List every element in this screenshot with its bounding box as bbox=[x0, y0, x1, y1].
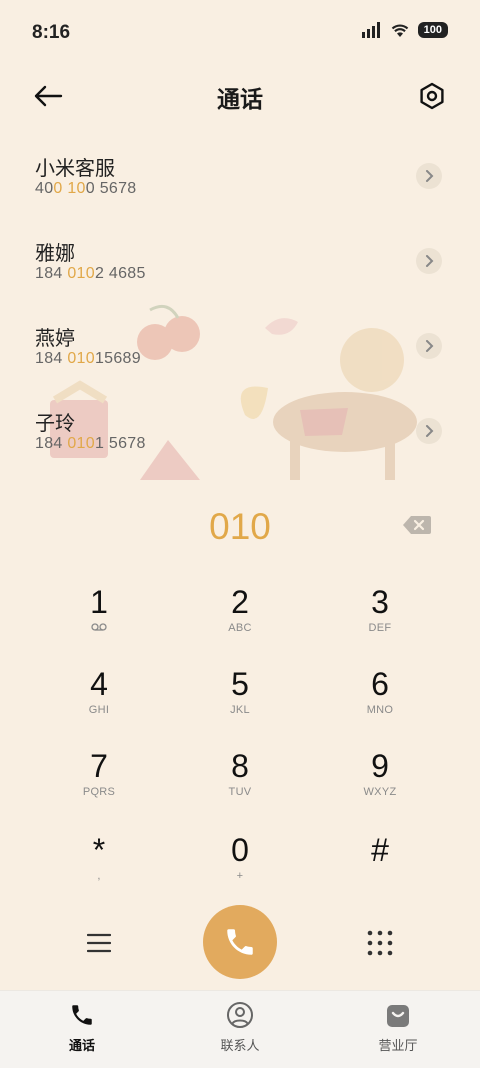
signal-icon bbox=[361, 22, 380, 38]
key-letters: DEF bbox=[368, 622, 392, 634]
contact-name: 小米客服 bbox=[35, 158, 115, 180]
list-item[interactable]: 小米客服 400 100 5678 bbox=[0, 130, 480, 215]
status-icons: 100 bbox=[361, 22, 448, 38]
key-digit: 4 bbox=[90, 666, 108, 702]
list-item[interactable]: 子玲 184 0101 5678 bbox=[0, 385, 480, 470]
key-1[interactable]: 1 bbox=[39, 582, 159, 660]
shopping-bag-icon bbox=[387, 1005, 409, 1027]
key-6[interactable]: 6 MNO bbox=[320, 664, 440, 742]
list-item[interactable]: 燕婷 184 01015689 bbox=[0, 300, 480, 385]
backspace-button[interactable] bbox=[402, 514, 432, 536]
chevron-right-icon bbox=[426, 425, 434, 437]
key-digit: # bbox=[371, 832, 389, 868]
key-letters: TUV bbox=[228, 786, 252, 798]
key-digit: 9 bbox=[371, 748, 389, 784]
backspace-icon bbox=[403, 516, 431, 534]
detail-button[interactable] bbox=[416, 418, 442, 444]
page-title: 通话 bbox=[217, 86, 263, 112]
contact-number: 400 100 5678 bbox=[35, 180, 137, 197]
contact-suggestion-list: 小米客服 400 100 5678 雅娜 184 0102 4685 燕婷 18… bbox=[0, 130, 480, 470]
contact-number: 184 0101 5678 bbox=[35, 435, 146, 452]
key-digit: 0 bbox=[231, 832, 249, 868]
battery-indicator: 100 bbox=[417, 22, 448, 38]
key-letters: , bbox=[97, 870, 101, 882]
voicemail-icon bbox=[39, 622, 159, 634]
tab-label: 联系人 bbox=[220, 1038, 260, 1053]
key-letters: MNO bbox=[366, 704, 394, 716]
key-digit: 8 bbox=[231, 748, 249, 784]
status-time: 8:16 bbox=[32, 22, 71, 43]
gear-icon bbox=[420, 82, 444, 110]
key-letters: PQRS bbox=[82, 786, 116, 798]
contact-icon bbox=[227, 1002, 253, 1028]
key-star[interactable]: * , bbox=[39, 830, 159, 908]
phone-icon bbox=[227, 929, 253, 955]
key-5[interactable]: 5 JKL bbox=[180, 664, 300, 742]
status-bar: 8:16 100 bbox=[0, 0, 480, 68]
dial-actions bbox=[0, 905, 480, 981]
contact-number: 184 0102 4685 bbox=[35, 265, 146, 282]
key-digit: * bbox=[92, 832, 106, 868]
detail-button[interactable] bbox=[416, 333, 442, 359]
chevron-right-icon bbox=[426, 170, 434, 182]
key-letters: WXYZ bbox=[363, 786, 397, 798]
key-8[interactable]: 8 TUV bbox=[180, 746, 300, 824]
contact-name: 雅娜 bbox=[35, 243, 75, 265]
settings-button[interactable] bbox=[412, 76, 452, 116]
tab-label: 营业厅 bbox=[378, 1038, 418, 1053]
key-2[interactable]: 2 ABC bbox=[180, 582, 300, 660]
key-letters: ABC bbox=[228, 622, 252, 634]
key-digit: 5 bbox=[231, 666, 249, 702]
contact-name: 子玲 bbox=[35, 413, 75, 435]
key-4[interactable]: 4 GHI bbox=[39, 664, 159, 742]
key-3[interactable]: 3 DEF bbox=[320, 582, 440, 660]
chevron-right-icon bbox=[426, 255, 434, 267]
key-hash[interactable]: # bbox=[320, 830, 440, 908]
contact-number: 184 01015689 bbox=[35, 350, 141, 367]
key-digit: 1 bbox=[90, 584, 108, 620]
chevron-right-icon bbox=[426, 340, 434, 352]
menu-button[interactable] bbox=[79, 923, 119, 963]
key-digit: 7 bbox=[90, 748, 108, 784]
key-digit: 2 bbox=[231, 584, 249, 620]
tab-service-hall[interactable]: 营业厅 bbox=[338, 1001, 458, 1054]
bottom-tab-bar: 通话 联系人 营业厅 bbox=[0, 990, 480, 1068]
keypad-toggle-button[interactable] bbox=[360, 923, 400, 963]
key-digit: 6 bbox=[371, 666, 389, 702]
key-7[interactable]: 7 PQRS bbox=[39, 746, 159, 824]
key-letters: + bbox=[236, 870, 244, 882]
menu-icon bbox=[87, 933, 111, 953]
tab-contacts[interactable]: 联系人 bbox=[180, 1001, 300, 1054]
detail-button[interactable] bbox=[416, 163, 442, 189]
list-item[interactable]: 雅娜 184 0102 4685 bbox=[0, 215, 480, 300]
tab-calls[interactable]: 通话 bbox=[22, 1001, 142, 1054]
detail-button[interactable] bbox=[416, 248, 442, 274]
call-button[interactable] bbox=[203, 905, 277, 979]
key-9[interactable]: 9 WXYZ bbox=[320, 746, 440, 824]
key-digit: 3 bbox=[371, 584, 389, 620]
key-letters: JKL bbox=[230, 704, 250, 716]
header: 通话 bbox=[0, 68, 480, 122]
key-0[interactable]: 0 + bbox=[180, 830, 300, 908]
contact-name: 燕婷 bbox=[35, 328, 75, 350]
phone-icon bbox=[72, 1005, 92, 1025]
dial-display: 010 bbox=[0, 500, 480, 556]
tab-label: 通话 bbox=[68, 1038, 95, 1053]
wifi-icon bbox=[391, 24, 408, 37]
keypad-grid-icon bbox=[367, 930, 393, 956]
key-letters: GHI bbox=[88, 704, 110, 716]
